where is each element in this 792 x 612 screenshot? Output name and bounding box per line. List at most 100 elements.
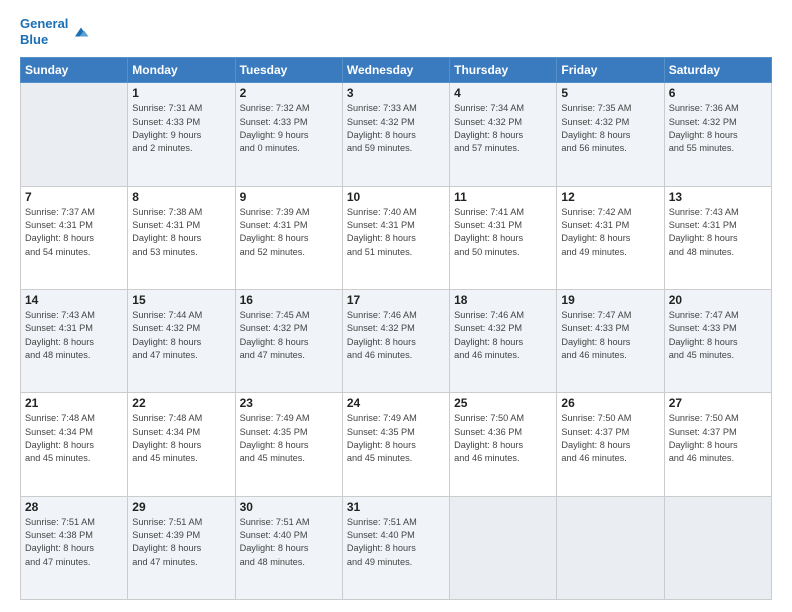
calendar-week-row: 1 Sunrise: 7:31 AMSunset: 4:33 PMDaylight… bbox=[21, 83, 772, 186]
day-info: Sunrise: 7:34 AMSunset: 4:32 PMDaylight:… bbox=[454, 102, 552, 155]
day-number: 24 bbox=[347, 396, 445, 410]
logo-text2: Blue bbox=[20, 32, 68, 48]
day-number: 28 bbox=[25, 500, 123, 514]
calendar-cell: 15 Sunrise: 7:44 AMSunset: 4:32 PMDayligh… bbox=[128, 289, 235, 392]
calendar-week-row: 21Sunrise: 7:48 AMSunset: 4:34 PMDayligh… bbox=[21, 393, 772, 496]
day-number: 12 bbox=[561, 190, 659, 204]
calendar-cell: 14 Sunrise: 7:43 AMSunset: 4:31 PMDayligh… bbox=[21, 289, 128, 392]
day-number: 20 bbox=[669, 293, 767, 307]
day-info: Sunrise: 7:36 AMSunset: 4:32 PMDaylight:… bbox=[669, 102, 767, 155]
day-info: Sunrise: 7:46 AMSunset: 4:32 PMDaylight:… bbox=[347, 309, 445, 362]
day-info: Sunrise: 7:51 AMSunset: 4:39 PMDaylight:… bbox=[132, 516, 230, 569]
calendar-cell: 25 Sunrise: 7:50 AMSunset: 4:36 PMDayligh… bbox=[450, 393, 557, 496]
day-number: 1 bbox=[132, 86, 230, 100]
page: General Blue SundayMondayTuesdayWednesda… bbox=[0, 0, 792, 612]
day-number: 25 bbox=[454, 396, 552, 410]
calendar-header-row: SundayMondayTuesdayWednesdayThursdayFrid… bbox=[21, 58, 772, 83]
day-number: 18 bbox=[454, 293, 552, 307]
calendar-week-row: 14 Sunrise: 7:43 AMSunset: 4:31 PMDayligh… bbox=[21, 289, 772, 392]
day-info: Sunrise: 7:31 AMSunset: 4:33 PMDaylight:… bbox=[132, 102, 230, 155]
calendar-cell: 9 Sunrise: 7:39 AMSunset: 4:31 PMDaylight… bbox=[235, 186, 342, 289]
day-number: 5 bbox=[561, 86, 659, 100]
calendar-cell: 2Sunrise: 7:32 AMSunset: 4:33 PMDaylight… bbox=[235, 83, 342, 186]
calendar-cell: 31 Sunrise: 7:51 AMSunset: 4:40 PMDayligh… bbox=[342, 496, 449, 599]
calendar-table: SundayMondayTuesdayWednesdayThursdayFrid… bbox=[20, 57, 772, 600]
day-info: Sunrise: 7:42 AMSunset: 4:31 PMDaylight:… bbox=[561, 206, 659, 259]
calendar-cell bbox=[450, 496, 557, 599]
column-header-sunday: Sunday bbox=[21, 58, 128, 83]
logo-icon bbox=[72, 23, 90, 41]
day-number: 16 bbox=[240, 293, 338, 307]
day-number: 9 bbox=[240, 190, 338, 204]
day-info: Sunrise: 7:47 AMSunset: 4:33 PMDaylight:… bbox=[669, 309, 767, 362]
day-number: 15 bbox=[132, 293, 230, 307]
column-header-wednesday: Wednesday bbox=[342, 58, 449, 83]
day-info: Sunrise: 7:51 AMSunset: 4:38 PMDaylight:… bbox=[25, 516, 123, 569]
day-info: Sunrise: 7:43 AMSunset: 4:31 PMDaylight:… bbox=[669, 206, 767, 259]
day-number: 23 bbox=[240, 396, 338, 410]
calendar-cell: 18 Sunrise: 7:46 AMSunset: 4:32 PMDayligh… bbox=[450, 289, 557, 392]
column-header-friday: Friday bbox=[557, 58, 664, 83]
calendar-cell: 22Sunrise: 7:48 AMSunset: 4:34 PMDayligh… bbox=[128, 393, 235, 496]
calendar-week-row: 28 Sunrise: 7:51 AMSunset: 4:38 PMDayligh… bbox=[21, 496, 772, 599]
calendar-cell: 24 Sunrise: 7:49 AMSunset: 4:35 PMDayligh… bbox=[342, 393, 449, 496]
day-number: 26 bbox=[561, 396, 659, 410]
day-info: Sunrise: 7:33 AMSunset: 4:32 PMDaylight:… bbox=[347, 102, 445, 155]
calendar-cell: 26 Sunrise: 7:50 AMSunset: 4:37 PMDayligh… bbox=[557, 393, 664, 496]
day-info: Sunrise: 7:48 AMSunset: 4:34 PMDaylight:… bbox=[132, 412, 230, 465]
day-number: 17 bbox=[347, 293, 445, 307]
day-number: 31 bbox=[347, 500, 445, 514]
day-info: Sunrise: 7:51 AMSunset: 4:40 PMDaylight:… bbox=[347, 516, 445, 569]
day-info: Sunrise: 7:46 AMSunset: 4:32 PMDaylight:… bbox=[454, 309, 552, 362]
column-header-monday: Monday bbox=[128, 58, 235, 83]
calendar-cell bbox=[21, 83, 128, 186]
calendar-cell: 19Sunrise: 7:47 AMSunset: 4:33 PMDayligh… bbox=[557, 289, 664, 392]
calendar-cell bbox=[664, 496, 771, 599]
calendar-body: 1 Sunrise: 7:31 AMSunset: 4:33 PMDaylight… bbox=[21, 83, 772, 600]
day-number: 11 bbox=[454, 190, 552, 204]
calendar-cell: 6 Sunrise: 7:36 AMSunset: 4:32 PMDaylight… bbox=[664, 83, 771, 186]
day-number: 6 bbox=[669, 86, 767, 100]
day-info: Sunrise: 7:51 AMSunset: 4:40 PMDaylight:… bbox=[240, 516, 338, 569]
calendar-cell: 13 Sunrise: 7:43 AMSunset: 4:31 PMDayligh… bbox=[664, 186, 771, 289]
day-number: 14 bbox=[25, 293, 123, 307]
calendar-cell: 3Sunrise: 7:33 AMSunset: 4:32 PMDaylight… bbox=[342, 83, 449, 186]
calendar-cell: 30 Sunrise: 7:51 AMSunset: 4:40 PMDayligh… bbox=[235, 496, 342, 599]
day-number: 10 bbox=[347, 190, 445, 204]
day-number: 30 bbox=[240, 500, 338, 514]
calendar-cell: 4 Sunrise: 7:34 AMSunset: 4:32 PMDaylight… bbox=[450, 83, 557, 186]
day-info: Sunrise: 7:47 AMSunset: 4:33 PMDaylight:… bbox=[561, 309, 659, 362]
calendar-cell: 20 Sunrise: 7:47 AMSunset: 4:33 PMDayligh… bbox=[664, 289, 771, 392]
day-number: 4 bbox=[454, 86, 552, 100]
calendar-week-row: 7Sunrise: 7:37 AMSunset: 4:31 PMDaylight… bbox=[21, 186, 772, 289]
day-info: Sunrise: 7:48 AMSunset: 4:34 PMDaylight:… bbox=[25, 412, 123, 465]
calendar-cell: 17 Sunrise: 7:46 AMSunset: 4:32 PMDayligh… bbox=[342, 289, 449, 392]
calendar-cell: 12 Sunrise: 7:42 AMSunset: 4:31 PMDayligh… bbox=[557, 186, 664, 289]
day-info: Sunrise: 7:39 AMSunset: 4:31 PMDaylight:… bbox=[240, 206, 338, 259]
calendar-cell: 7Sunrise: 7:37 AMSunset: 4:31 PMDaylight… bbox=[21, 186, 128, 289]
calendar-cell: 8Sunrise: 7:38 AMSunset: 4:31 PMDaylight… bbox=[128, 186, 235, 289]
day-info: Sunrise: 7:50 AMSunset: 4:37 PMDaylight:… bbox=[561, 412, 659, 465]
day-info: Sunrise: 7:37 AMSunset: 4:31 PMDaylight:… bbox=[25, 206, 123, 259]
day-info: Sunrise: 7:49 AMSunset: 4:35 PMDaylight:… bbox=[347, 412, 445, 465]
day-info: Sunrise: 7:50 AMSunset: 4:36 PMDaylight:… bbox=[454, 412, 552, 465]
calendar-cell: 28 Sunrise: 7:51 AMSunset: 4:38 PMDayligh… bbox=[21, 496, 128, 599]
day-info: Sunrise: 7:45 AMSunset: 4:32 PMDaylight:… bbox=[240, 309, 338, 362]
day-number: 27 bbox=[669, 396, 767, 410]
logo: General Blue bbox=[20, 16, 90, 47]
day-info: Sunrise: 7:32 AMSunset: 4:33 PMDaylight:… bbox=[240, 102, 338, 155]
day-number: 8 bbox=[132, 190, 230, 204]
calendar-cell: 23Sunrise: 7:49 AMSunset: 4:35 PMDayligh… bbox=[235, 393, 342, 496]
day-info: Sunrise: 7:43 AMSunset: 4:31 PMDaylight:… bbox=[25, 309, 123, 362]
logo-text: General bbox=[20, 16, 68, 32]
day-info: Sunrise: 7:35 AMSunset: 4:32 PMDaylight:… bbox=[561, 102, 659, 155]
day-number: 13 bbox=[669, 190, 767, 204]
day-info: Sunrise: 7:44 AMSunset: 4:32 PMDaylight:… bbox=[132, 309, 230, 362]
day-info: Sunrise: 7:41 AMSunset: 4:31 PMDaylight:… bbox=[454, 206, 552, 259]
calendar-cell: 11 Sunrise: 7:41 AMSunset: 4:31 PMDayligh… bbox=[450, 186, 557, 289]
calendar-cell: 5 Sunrise: 7:35 AMSunset: 4:32 PMDaylight… bbox=[557, 83, 664, 186]
column-header-tuesday: Tuesday bbox=[235, 58, 342, 83]
day-number: 29 bbox=[132, 500, 230, 514]
header: General Blue bbox=[20, 16, 772, 47]
calendar-cell: 16 Sunrise: 7:45 AMSunset: 4:32 PMDayligh… bbox=[235, 289, 342, 392]
